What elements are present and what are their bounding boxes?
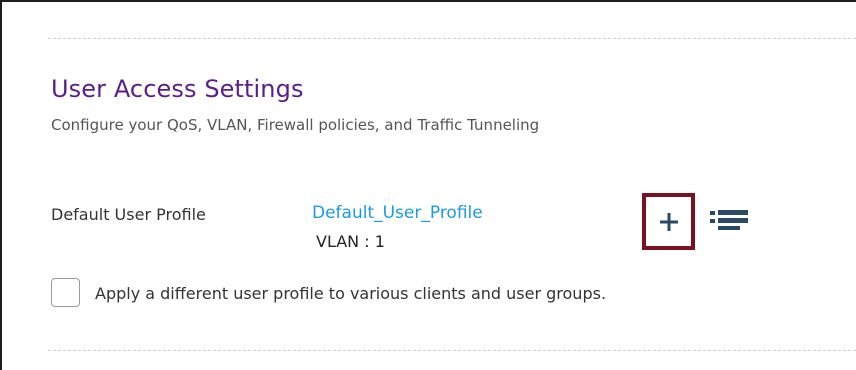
vlan-value: 1: [374, 232, 385, 251]
vlan-label: VLAN :: [316, 232, 375, 251]
default-user-profile-label: Default User Profile: [51, 205, 206, 224]
panel-frame: [0, 0, 856, 370]
apply-different-profile-checkbox[interactable]: [51, 278, 80, 307]
bottom-divider: [48, 350, 856, 351]
add-profile-button[interactable]: [642, 193, 695, 250]
view-profiles-button[interactable]: [710, 209, 748, 231]
vlan-info: VLAN : 1: [316, 232, 385, 251]
section-title: User Access Settings: [51, 75, 304, 103]
plus-icon: [659, 212, 678, 231]
section-subtitle: Configure your QoS, VLAN, Firewall polic…: [51, 116, 540, 134]
top-divider: [48, 38, 856, 39]
list-icon: [710, 210, 748, 230]
default-user-profile-link[interactable]: Default_User_Profile: [312, 203, 483, 223]
apply-different-profile-label: Apply a different user profile to variou…: [95, 284, 607, 303]
